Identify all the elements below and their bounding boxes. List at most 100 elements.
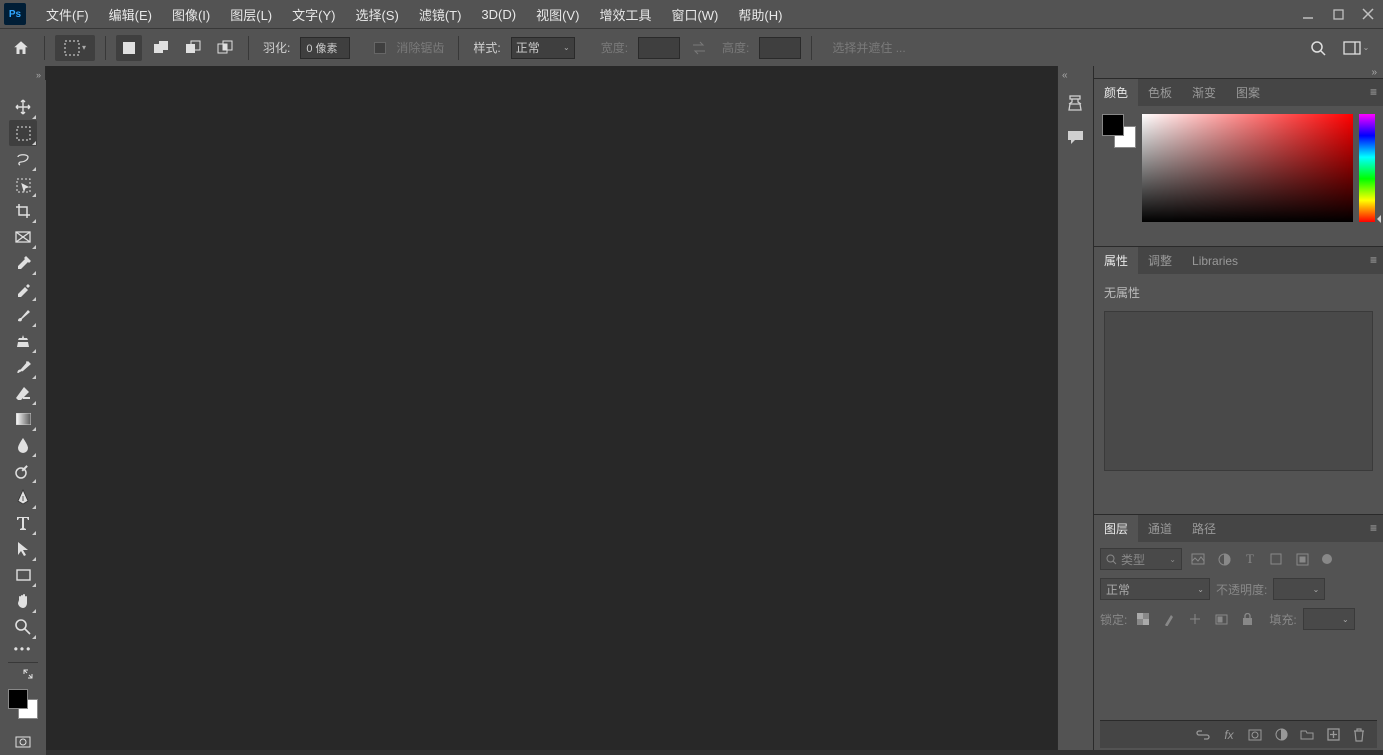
group-icon[interactable]: [1297, 726, 1317, 744]
tool-preset-marquee-icon[interactable]: ▾: [55, 35, 95, 61]
tab-adjustments[interactable]: 调整: [1138, 247, 1182, 274]
tab-color[interactable]: 颜色: [1094, 79, 1138, 106]
style-label: 样式:: [473, 39, 500, 56]
dock-collapse-icon[interactable]: «: [1062, 70, 1068, 81]
menu-select[interactable]: 选择(S): [345, 0, 408, 28]
window-maximize[interactable]: [1323, 0, 1353, 28]
edit-toolbar[interactable]: •••: [9, 640, 37, 658]
lock-position-icon[interactable]: [1185, 610, 1205, 628]
comments-panel-icon[interactable]: [1064, 125, 1088, 149]
layer-style-icon[interactable]: fx: [1219, 726, 1239, 744]
foreground-background-colors[interactable]: [6, 687, 40, 721]
tab-gradients[interactable]: 渐变: [1182, 79, 1226, 106]
crop-tool[interactable]: [9, 198, 37, 224]
menu-view[interactable]: 视图(V): [526, 0, 589, 28]
search-icon[interactable]: [1305, 35, 1331, 61]
width-label: 宽度:: [601, 39, 628, 56]
adjustment-layer-icon[interactable]: [1271, 726, 1291, 744]
filter-adjustment-icon[interactable]: [1214, 550, 1234, 568]
opacity-input[interactable]: ⌄: [1273, 578, 1325, 600]
dodge-tool[interactable]: [9, 458, 37, 484]
selection-add-icon[interactable]: [148, 35, 174, 61]
tab-layers[interactable]: 图层: [1094, 515, 1138, 542]
object-selection-tool[interactable]: [9, 172, 37, 198]
history-panel-icon[interactable]: [1064, 91, 1088, 115]
canvas-area[interactable]: [46, 66, 1057, 750]
layer-mask-icon[interactable]: [1245, 726, 1265, 744]
tab-properties[interactable]: 属性: [1094, 247, 1138, 274]
menu-3d[interactable]: 3D(D): [471, 0, 526, 28]
menu-plugins[interactable]: 增效工具: [589, 0, 661, 28]
filter-type-icon[interactable]: T: [1240, 550, 1260, 568]
tab-paths[interactable]: 路径: [1182, 515, 1226, 542]
feather-input[interactable]: [300, 37, 350, 59]
antialias-checkbox: [374, 42, 386, 54]
menu-file[interactable]: 文件(F): [36, 0, 99, 28]
eyedropper-tool[interactable]: [9, 250, 37, 276]
selection-new-icon[interactable]: [116, 35, 142, 61]
tab-swatches[interactable]: 色板: [1138, 79, 1182, 106]
tool-panel-expand[interactable]: »: [0, 66, 46, 80]
menu-filter[interactable]: 滤镜(T): [409, 0, 472, 28]
blend-mode-select[interactable]: 正常⌄: [1100, 578, 1210, 600]
hue-slider[interactable]: [1359, 114, 1375, 222]
home-icon[interactable]: [8, 35, 34, 61]
move-tool[interactable]: [9, 94, 37, 120]
swap-colors-icon[interactable]: [14, 667, 42, 681]
marquee-tool[interactable]: [9, 120, 37, 146]
quick-mask-icon[interactable]: [9, 729, 37, 755]
color-spectrum[interactable]: [1142, 114, 1353, 222]
eraser-tool[interactable]: [9, 380, 37, 406]
opacity-label: 不透明度:: [1216, 581, 1267, 598]
filter-smartobject-icon[interactable]: [1292, 550, 1312, 568]
style-select[interactable]: 正常⌄: [511, 37, 575, 59]
tab-patterns[interactable]: 图案: [1226, 79, 1270, 106]
fill-input[interactable]: ⌄: [1303, 608, 1355, 630]
color-panel-menu-icon[interactable]: ≡: [1370, 85, 1377, 99]
menu-window[interactable]: 窗口(W): [661, 0, 728, 28]
zoom-tool[interactable]: [9, 614, 37, 640]
menu-edit[interactable]: 编辑(E): [99, 0, 162, 28]
pen-tool[interactable]: [9, 484, 37, 510]
properties-panel-menu-icon[interactable]: ≡: [1370, 253, 1377, 267]
healing-brush-tool[interactable]: [9, 276, 37, 302]
tab-libraries[interactable]: Libraries: [1182, 247, 1248, 274]
hand-tool[interactable]: [9, 588, 37, 614]
selection-subtract-icon[interactable]: [180, 35, 206, 61]
layer-filter-type[interactable]: 类型⌄: [1100, 548, 1182, 570]
gradient-tool[interactable]: [9, 406, 37, 432]
window-minimize[interactable]: [1293, 0, 1323, 28]
filter-toggle[interactable]: [1322, 554, 1332, 564]
filter-pixel-icon[interactable]: [1188, 550, 1208, 568]
lasso-tool[interactable]: [9, 146, 37, 172]
layers-panel-tabs: 图层 通道 路径 ≡: [1094, 514, 1383, 542]
menu-help[interactable]: 帮助(H): [728, 0, 792, 28]
rectangle-tool[interactable]: [9, 562, 37, 588]
filter-shape-icon[interactable]: [1266, 550, 1286, 568]
lock-transparency-icon[interactable]: [1133, 610, 1153, 628]
menu-image[interactable]: 图像(I): [162, 0, 220, 28]
selection-intersect-icon[interactable]: [212, 35, 238, 61]
path-selection-tool[interactable]: [9, 536, 37, 562]
layers-panel-menu-icon[interactable]: ≡: [1370, 521, 1377, 535]
menu-type[interactable]: 文字(Y): [282, 0, 345, 28]
link-layers-icon[interactable]: [1193, 726, 1213, 744]
lock-all-icon[interactable]: [1237, 610, 1257, 628]
history-brush-tool[interactable]: [9, 354, 37, 380]
lock-pixels-icon[interactable]: [1159, 610, 1179, 628]
lock-artboard-icon[interactable]: [1211, 610, 1231, 628]
select-and-mask-button: 选择并遮住 ...: [822, 35, 915, 61]
text-tool[interactable]: [9, 510, 37, 536]
clone-stamp-tool[interactable]: [9, 328, 37, 354]
delete-layer-icon[interactable]: [1349, 726, 1369, 744]
new-layer-icon[interactable]: [1323, 726, 1343, 744]
menu-layer[interactable]: 图层(L): [220, 0, 282, 28]
brush-tool[interactable]: [9, 302, 37, 328]
window-close[interactable]: [1353, 0, 1383, 28]
workspace-switcher-icon[interactable]: ⌄: [1337, 35, 1375, 61]
right-collapse-icon[interactable]: »: [1094, 66, 1383, 78]
color-fgbg-swatch[interactable]: [1102, 114, 1136, 148]
tab-channels[interactable]: 通道: [1138, 515, 1182, 542]
blur-tool[interactable]: [9, 432, 37, 458]
frame-tool[interactable]: [9, 224, 37, 250]
